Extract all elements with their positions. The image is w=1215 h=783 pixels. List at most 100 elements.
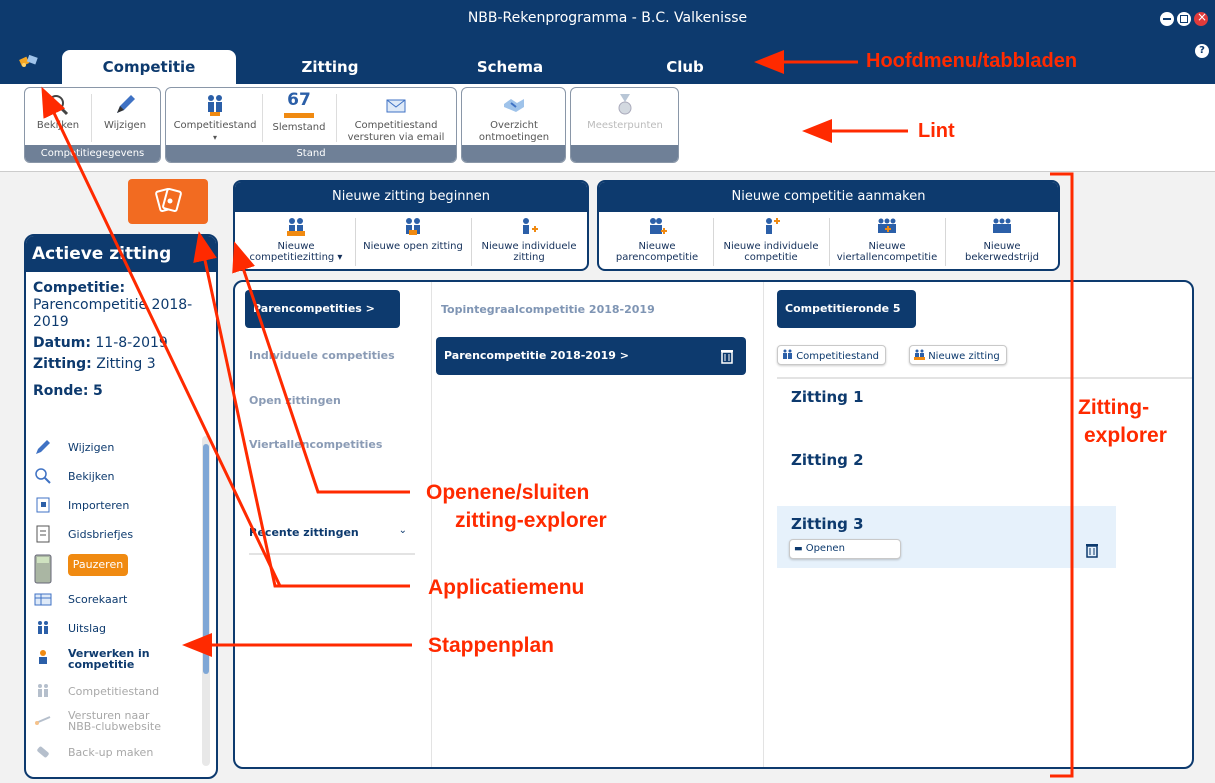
players-icon [406, 218, 420, 235]
category-viertallen[interactable]: Viertallencompetities [249, 438, 382, 451]
category-individuele[interactable]: Individuele competities [249, 349, 395, 362]
team-icon [878, 218, 896, 233]
application-menu-icon[interactable] [18, 52, 40, 70]
ribbon-email-button[interactable]: Competitiestand versturen via email [338, 90, 454, 146]
players-icon [208, 95, 222, 116]
import-icon [36, 497, 50, 513]
team-icon [993, 218, 1011, 233]
ribbon-slemstand-button[interactable]: 67 Slemstand [264, 90, 334, 146]
envelope-icon [386, 99, 406, 113]
nieuwe-zitting-button[interactable]: Nieuwe zitting [909, 345, 1007, 365]
chevron-down-icon[interactable]: ▾ [170, 132, 260, 144]
annotation-hoofdmenu: Hoofdmenu/tabbladen [866, 50, 1078, 72]
step-uitslag[interactable]: Uitslag [34, 617, 204, 646]
new-team-competition-button[interactable]: Nieuwe viertallencompetitie [831, 216, 943, 268]
tab-competitie[interactable]: Competitie [62, 50, 236, 84]
scrollbar-thumb[interactable] [203, 444, 209, 674]
session-item-1[interactable]: Zitting 1 [791, 388, 864, 406]
step-label: Verwerken in competitie [68, 647, 150, 671]
tab-schema[interactable]: Schema [430, 50, 590, 84]
help-icon[interactable]: ? [1195, 44, 1209, 58]
session-label: Zitting 3 [791, 515, 864, 533]
step-label: Wijzigen [68, 441, 115, 454]
new-session-title: Nieuwe zitting beginnen [235, 182, 587, 212]
step-backup[interactable]: Back-up maken [34, 741, 204, 770]
pauzeren-button[interactable]: Pauzeren [68, 554, 128, 576]
ribbon-meesterpunten-label: Meesterpunten [587, 120, 663, 131]
competition-parencompetitie[interactable]: Parencompetitie 2018-2019 > [436, 337, 746, 375]
title-bar: NBB-Rekenprogramma - B.C. Valkenisse [0, 0, 1215, 38]
new-cup-button[interactable]: Nieuwe bekerwedstrijd [947, 216, 1057, 268]
trash-icon[interactable] [1085, 542, 1099, 558]
toggle-explorer-button[interactable] [128, 179, 208, 224]
trash-icon[interactable] [720, 348, 734, 364]
competition-topintegraal[interactable]: Topintegraalcompetitie 2018-2019 [441, 303, 655, 316]
step-verwerken[interactable]: Verwerken in competitie [34, 646, 204, 680]
new-pair-competition-button[interactable]: Nieuwe parencompetitie [603, 216, 711, 268]
ribbon-wijzigen-label: Wijzigen [103, 120, 147, 131]
session-item-3[interactable]: Zitting 3 ▬ Openen [777, 506, 1116, 568]
active-session-info: Competitie: Parencompetitie 2018-2019 Da… [26, 272, 216, 400]
magnifier-icon [48, 95, 69, 116]
ribbon-group-meesterpunten: Meesterpunten [570, 87, 679, 163]
new-competition-title: Nieuwe competitie aanmaken [599, 182, 1058, 212]
step-bekijken[interactable]: Bekijken [34, 465, 204, 494]
backup-icon [37, 746, 49, 758]
new-session-group: Nieuwe zitting beginnen Nieuwe competiti… [233, 180, 589, 271]
process-icon [39, 650, 47, 664]
zitting-label: Zitting: [33, 356, 92, 372]
annotation-lint: Lint [918, 120, 955, 142]
ribbon-separator [336, 94, 337, 142]
session-item-2[interactable]: Zitting 2 [791, 451, 864, 469]
annotation-stappenplan: Stappenplan [428, 634, 555, 657]
competitie-label: Competitie: [33, 280, 126, 296]
button-label: Nieuwe competitiezitting ▾ [249, 241, 343, 263]
window-title: NBB-Rekenprogramma - B.C. Valkenisse [467, 10, 748, 26]
annotation-openen-line2: zitting-explorer [455, 509, 607, 532]
competition-label: Parencompetitie 2018-2019 > [444, 349, 629, 362]
new-individual-session-button[interactable]: Nieuwe individuele zitting [473, 216, 585, 268]
tab-club[interactable]: Club [610, 50, 760, 84]
maximize-icon[interactable] [1177, 12, 1191, 26]
ribbon-wijzigen-button[interactable]: Wijzigen [93, 90, 157, 146]
new-competition-session-button[interactable]: Nieuwe competitiezitting ▾ [239, 216, 353, 268]
datum-label: Datum: [33, 335, 91, 351]
players-icon [38, 621, 48, 634]
step-gidsbriefjes[interactable]: Gidsbriefjes [34, 523, 204, 552]
ribbon-overzicht-button[interactable]: Overzicht ontmoetingen [466, 90, 562, 146]
tab-zitting[interactable]: Zitting [250, 50, 410, 84]
openen-button[interactable]: ▬ Openen [789, 539, 901, 559]
openen-label: Openen [805, 543, 845, 554]
step-versturen[interactable]: Versturen naar NBB-clubwebsite [34, 709, 204, 741]
competitiestand-label: Competitiestand [796, 351, 880, 362]
new-open-session-button[interactable]: Nieuwe open zitting [357, 216, 469, 268]
step-importeren[interactable]: Importeren [34, 494, 204, 523]
pencil-icon [117, 95, 135, 113]
nieuwe-zitting-label: Nieuwe zitting [928, 351, 1000, 362]
ribbon-group-ontmoetingen: Overzicht ontmoetingen [461, 87, 566, 163]
ribbon-bekijken-button[interactable]: Bekijken [27, 90, 89, 146]
step-scorekaart[interactable]: Scorekaart [34, 588, 204, 617]
step-wijzigen[interactable]: Wijzigen [34, 436, 204, 465]
ribbon-group-footer [462, 145, 565, 162]
step-competitiestand[interactable]: Competitiestand [34, 680, 204, 709]
step-label: Scorekaart [68, 593, 128, 606]
new-individual-competition-button[interactable]: Nieuwe individuele competitie [715, 216, 827, 268]
minimize-icon[interactable] [1160, 12, 1174, 26]
send-icon [35, 716, 51, 725]
ribbon-competitiestand-button[interactable]: Competitiestand ▾ [170, 90, 260, 146]
players-icon [783, 349, 792, 359]
competitiestand-button[interactable]: Competitiestand [777, 345, 887, 365]
category-open-zittingen[interactable]: Open zittingen [249, 394, 341, 407]
round-select[interactable]: Competitieronde 5 ⌄ [777, 290, 916, 353]
close-icon[interactable] [1194, 10, 1208, 26]
step-pauzeren: Pauzeren [34, 552, 204, 588]
ribbon: Bekijken Wijzigen Competitiegegevens Com… [0, 84, 1215, 172]
ribbon-meesterpunten-button[interactable]: Meesterpunten [575, 90, 675, 146]
recent-sessions-dropdown[interactable]: Recente zittingen ⌄ [249, 525, 415, 555]
step-plan-scrollbar[interactable] [202, 436, 210, 766]
button-label: Nieuwe individuele zitting [481, 241, 577, 263]
ribbon-competitiestand-label: Competitiestand [173, 120, 257, 131]
step-label: Uitslag [68, 622, 106, 635]
category-parencompetities[interactable]: Parencompetities > [245, 290, 400, 328]
